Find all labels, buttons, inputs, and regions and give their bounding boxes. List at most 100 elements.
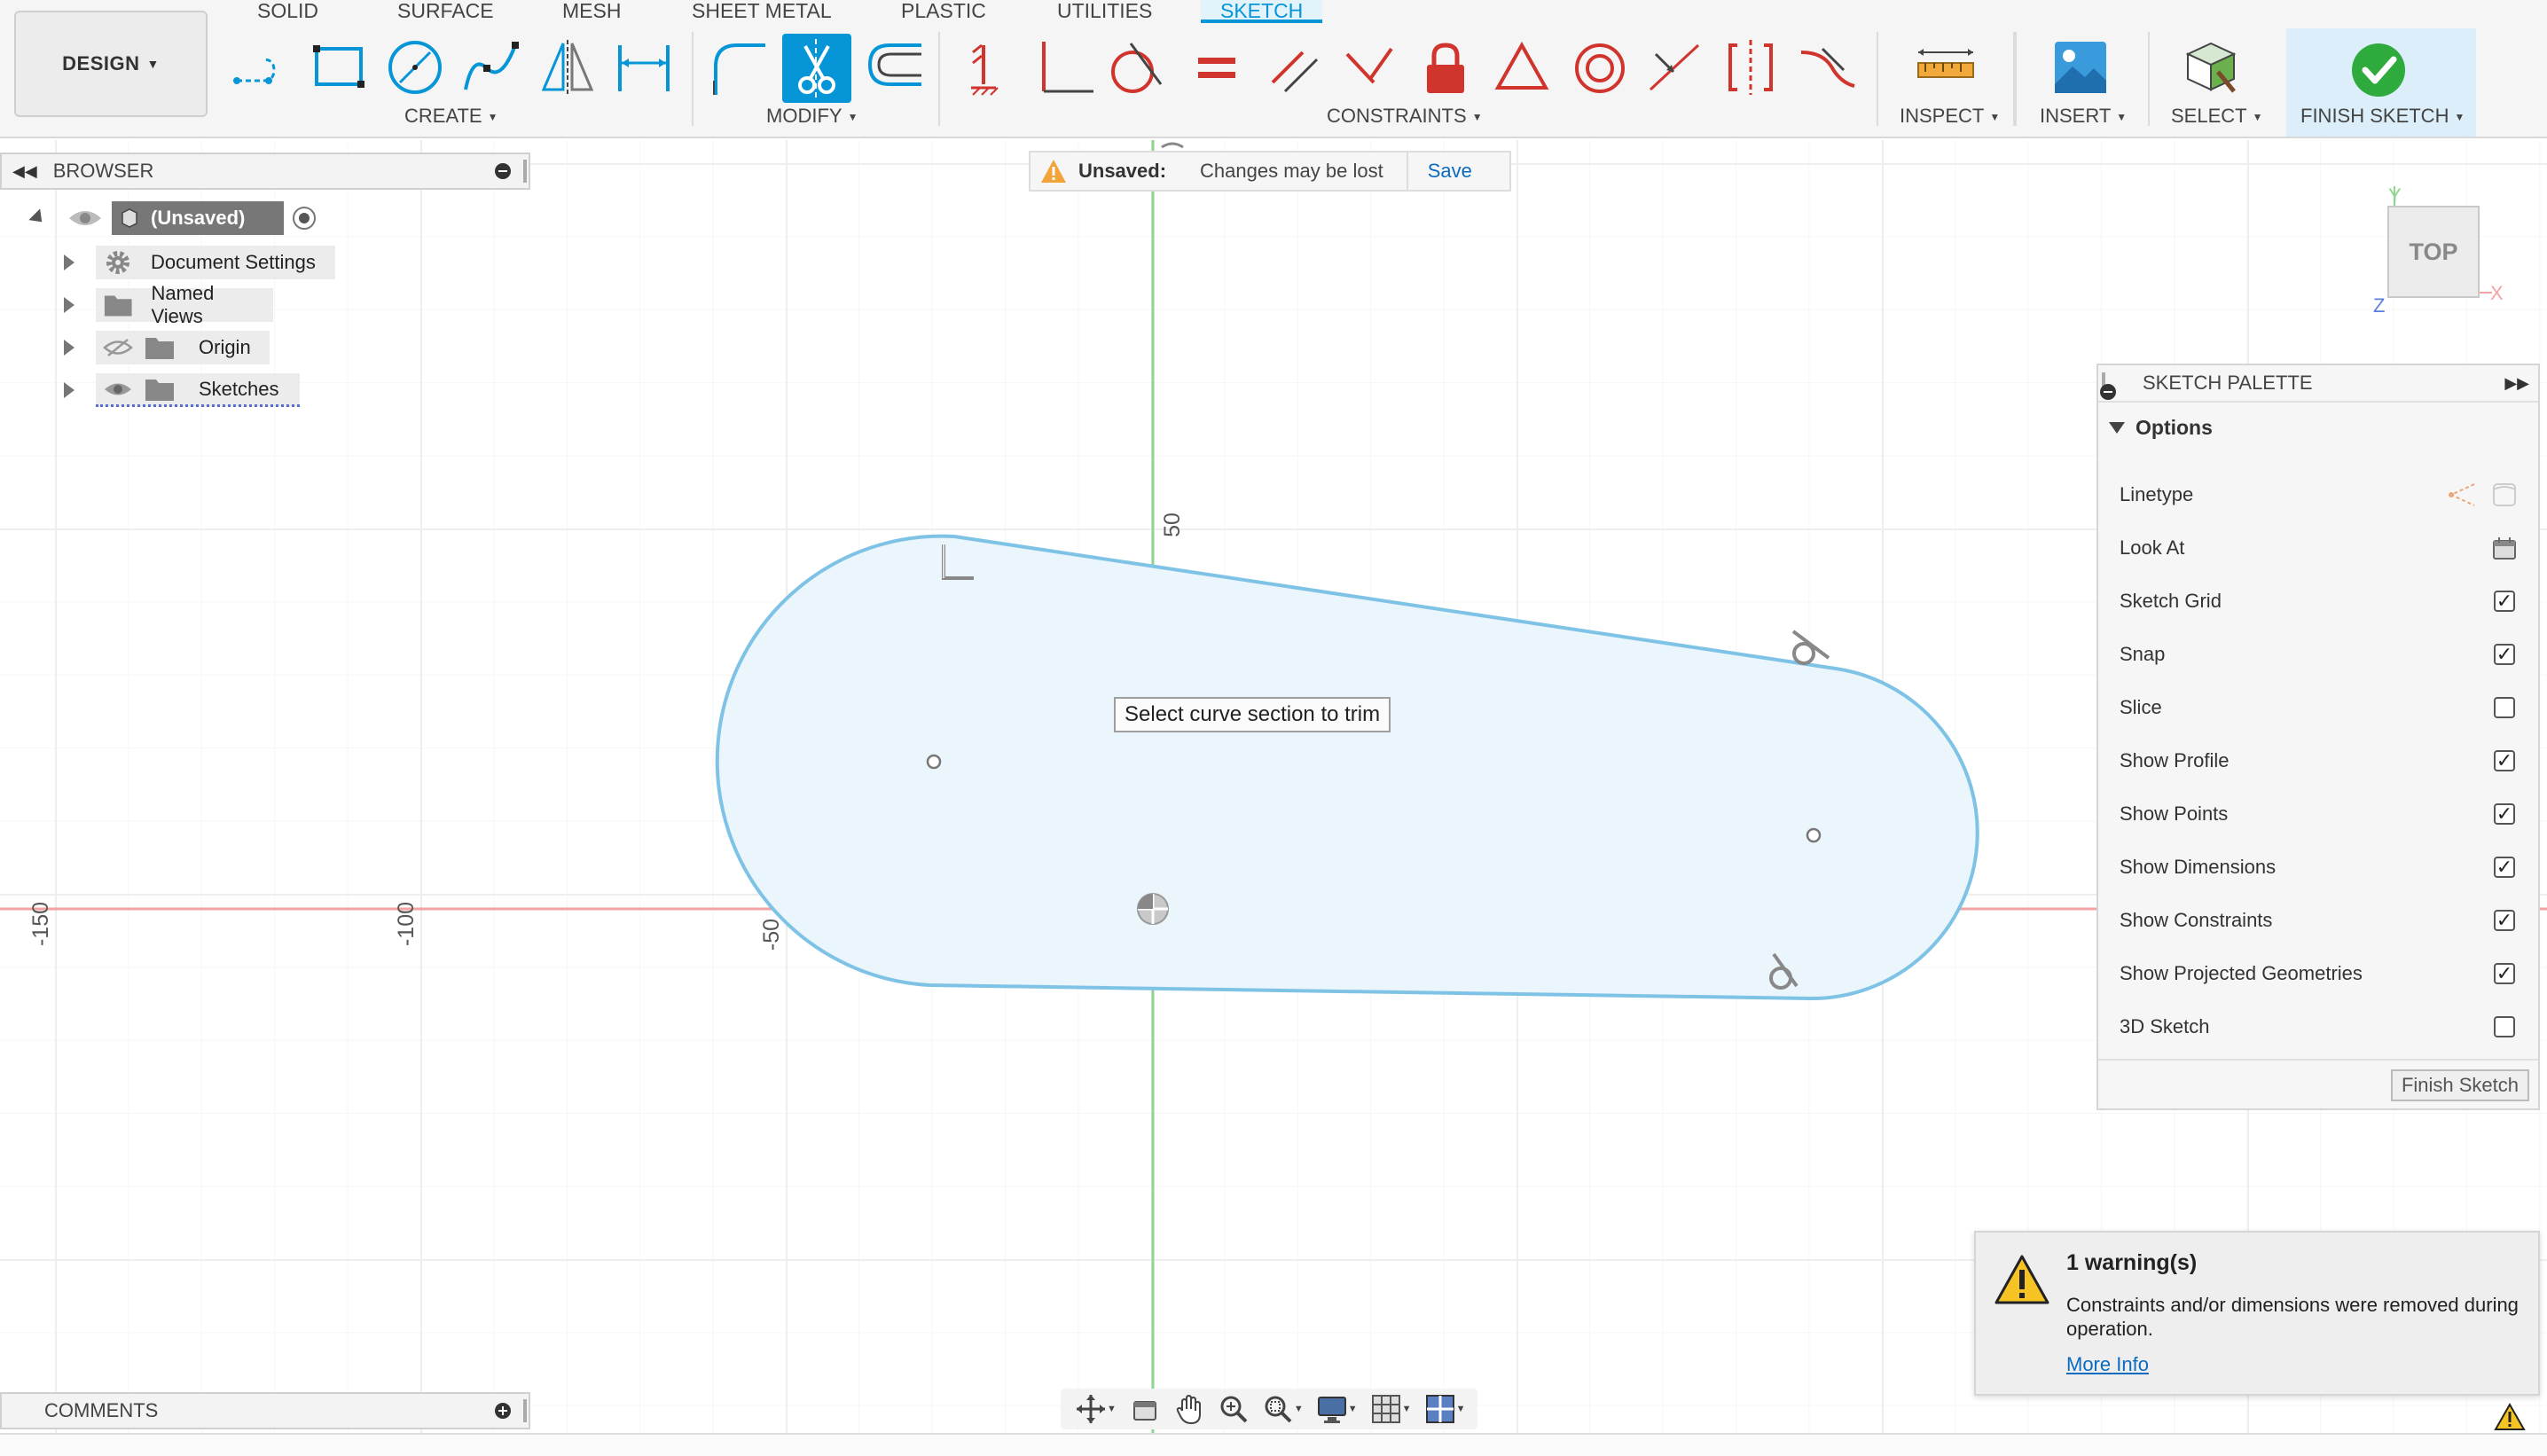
show-dimensions-checkbox[interactable] [2494,857,2515,878]
sketch-profile[interactable] [715,534,1979,1001]
expand-triangle-icon[interactable] [64,297,74,313]
symmetry-icon[interactable] [1795,32,1859,103]
coincident-icon[interactable] [1642,32,1706,103]
offset-icon[interactable] [862,32,926,103]
mirror-icon[interactable] [536,32,600,103]
3d-sketch-checkbox[interactable] [2494,1016,2515,1037]
tab-mesh[interactable]: MESH [562,0,621,23]
insert-image-icon[interactable] [2049,32,2112,103]
construction-linetype-icon[interactable] [2448,481,2476,509]
sketch-grid-checkbox[interactable] [2494,591,2515,612]
triangle-icon[interactable] [1490,32,1554,103]
concentric-icon[interactable] [1568,32,1632,103]
orbit-icon[interactable] [1071,1391,1110,1427]
sketch-point[interactable] [1806,827,1822,843]
slice-checkbox[interactable] [2494,697,2515,718]
inspect-menu[interactable]: INSPECT ▼ [1900,105,2000,128]
tab-solid[interactable]: SOLID [257,0,318,23]
insert-menu[interactable]: INSERT ▼ [2040,105,2127,128]
workspace-switcher-button[interactable]: DESIGN ▼ [14,11,208,117]
browser-root-item[interactable]: (Unsaved) [28,200,319,236]
more-info-link[interactable]: More Info [2066,1353,2149,1376]
line-icon[interactable] [229,32,293,103]
chevron-down-icon[interactable]: ▼ [1294,1404,1304,1414]
collapse-panel-icon[interactable]: ◀◀ [12,162,37,181]
root-component-chip[interactable]: (Unsaved) [112,201,284,235]
grid-settings-icon[interactable] [1367,1391,1406,1427]
expand-triangle-icon[interactable] [64,254,74,270]
browser-item-sketches[interactable]: Sketches [64,372,300,408]
chevron-down-icon[interactable]: ▼ [1348,1404,1358,1414]
expand-pane-icon[interactable] [495,1403,511,1419]
options-section-header[interactable]: Options [2098,403,2538,452]
expand-panel-icon[interactable]: ▶▶ [2504,374,2529,393]
browser-item-named-views[interactable]: Named Views [64,282,273,327]
centerline-linetype-icon[interactable] [2490,481,2519,509]
browser-item-document-settings[interactable]: Document Settings [64,245,335,280]
minimize-pane-icon[interactable] [495,163,511,179]
tab-plastic[interactable]: PLASTIC [901,0,986,23]
browser-item-origin[interactable]: Origin [64,330,270,365]
eye-hidden-icon[interactable] [103,336,133,359]
dimension-icon[interactable] [612,32,676,103]
circle-icon[interactable] [383,32,447,103]
browser-panel-header: ◀◀ BROWSER [0,153,530,190]
finish-sketch-menu[interactable]: FINISH SKETCH ▼ [2300,105,2465,128]
tangent-icon[interactable] [1105,32,1169,103]
constraints-menu[interactable]: CONSTRAINTS ▼ [1327,105,1483,128]
viewports-icon[interactable] [1421,1391,1460,1427]
pane-grip-icon[interactable] [523,1399,527,1422]
look-at-icon[interactable] [1125,1391,1164,1427]
tab-utilities[interactable]: UTILITIES [1057,0,1152,23]
trim-icon[interactable] [782,34,851,103]
tab-sketch[interactable]: SKETCH [1201,0,1323,23]
activate-radio-icon[interactable] [289,203,319,233]
finish-sketch-small-button[interactable]: Finish Sketch [2390,1069,2529,1101]
show-constraints-checkbox[interactable] [2494,910,2515,931]
unsaved-label: Unsaved: [1078,160,1167,182]
tab-sheet-metal[interactable]: SHEET METAL [692,0,832,23]
measure-icon[interactable] [1914,32,1978,103]
select-menu[interactable]: SELECT ▼ [2171,105,2262,128]
chevron-down-icon[interactable]: ▼ [1107,1404,1117,1414]
create-menu[interactable]: CREATE ▼ [404,105,498,128]
tangent-constraint-icon[interactable] [1791,630,1830,665]
display-settings-icon[interactable] [1313,1391,1352,1427]
show-projected-geometries-checkbox[interactable] [2494,963,2515,984]
midpoint-icon[interactable] [1719,32,1783,103]
chevron-down-icon[interactable]: ▼ [1456,1404,1466,1414]
select-icon[interactable] [2178,32,2242,103]
fix-icon[interactable] [954,32,1018,103]
expand-triangle-icon[interactable] [64,340,74,356]
show-points-checkbox[interactable] [2494,803,2515,825]
eye-icon[interactable] [103,378,133,401]
minimize-pane-icon[interactable] [2100,384,2116,400]
expand-triangle-icon[interactable] [64,382,74,398]
chevron-down-icon[interactable]: ▼ [1402,1404,1412,1414]
trim-tooltip: Select curve section to trim [1114,697,1391,732]
unsaved-message: Changes may be lost [1200,160,1383,182]
zoom-icon[interactable] [1214,1391,1253,1427]
equal-icon[interactable] [1185,32,1249,103]
parallel-icon[interactable] [1263,32,1327,103]
perpendicular-icon[interactable] [1031,32,1094,103]
modify-menu[interactable]: MODIFY ▼ [766,105,858,128]
save-link[interactable]: Save [1428,160,1472,183]
zoom-window-icon[interactable] [1258,1391,1297,1427]
viewcube[interactable]: TOP [2387,206,2480,298]
eye-icon[interactable] [67,206,103,231]
spline-icon[interactable] [459,32,523,103]
collapse-triangle-icon[interactable] [28,208,48,228]
tab-surface[interactable]: SURFACE [397,0,494,23]
fillet-icon[interactable] [706,32,770,103]
snap-checkbox[interactable] [2494,644,2515,665]
warning-icon[interactable] [2494,1403,2526,1431]
show-profile-checkbox[interactable] [2494,750,2515,771]
collinear-icon[interactable] [1337,32,1401,103]
look-at-icon[interactable] [2490,534,2519,562]
sketch-point[interactable] [926,754,942,770]
rectangle-icon[interactable] [307,32,371,103]
pane-grip-icon[interactable] [523,160,527,183]
lock-icon[interactable] [1414,32,1477,103]
pan-hand-icon[interactable] [1170,1391,1209,1427]
